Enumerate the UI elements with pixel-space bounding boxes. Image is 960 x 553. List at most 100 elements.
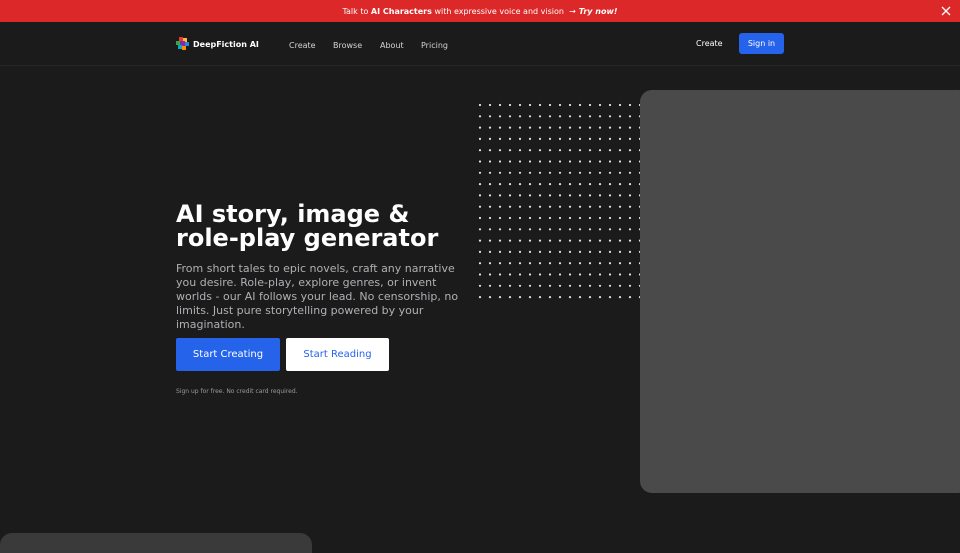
dot (558, 137, 562, 140)
dot (488, 103, 492, 107)
dot (558, 194, 562, 197)
dot (588, 103, 592, 107)
banner-highlight: AI Characters (370, 6, 432, 16)
nav-pricing[interactable]: Pricing (421, 41, 448, 50)
dot (528, 239, 532, 242)
dot (568, 205, 572, 208)
dot (538, 250, 542, 253)
dot (578, 205, 582, 208)
dot (478, 137, 482, 140)
start-creating-button[interactable]: Start Creating (176, 338, 280, 371)
dot (598, 160, 602, 163)
dot (528, 115, 532, 118)
dot (578, 239, 582, 242)
dot (558, 205, 562, 208)
dot (558, 228, 562, 231)
dot (618, 183, 622, 186)
dot (628, 126, 632, 129)
dot (518, 205, 522, 208)
dot (528, 126, 532, 129)
dot (598, 262, 602, 265)
dot (578, 160, 582, 163)
dot (588, 273, 592, 276)
dot (628, 228, 632, 231)
dot (518, 126, 522, 129)
create-link[interactable]: Create (696, 39, 723, 48)
dot (568, 262, 572, 265)
dot (628, 183, 632, 186)
start-reading-button[interactable]: Start Reading (286, 338, 389, 371)
close-icon[interactable] (940, 5, 952, 17)
dot (568, 126, 572, 129)
arrow-icon: → (569, 6, 576, 16)
dot (578, 126, 582, 129)
dot (508, 126, 512, 129)
dot (528, 137, 532, 140)
banner-cta[interactable]: Try now! (579, 7, 618, 16)
nav-browse[interactable]: Browse (333, 41, 362, 50)
dot (508, 115, 512, 118)
dot (498, 239, 502, 242)
dot (488, 273, 492, 276)
dot (548, 216, 552, 220)
dot (508, 284, 512, 287)
dot (518, 250, 522, 253)
dot (568, 103, 572, 107)
dot (508, 171, 512, 174)
dot (628, 115, 632, 118)
dot (588, 126, 592, 129)
dot (488, 239, 492, 242)
dot (538, 183, 542, 186)
dot (498, 183, 502, 186)
dot (608, 171, 612, 174)
dot (488, 149, 492, 152)
dot (548, 149, 552, 152)
dot (598, 126, 602, 129)
dot (568, 194, 572, 197)
dot (528, 216, 532, 220)
dot (508, 273, 512, 276)
dot (608, 205, 612, 208)
dot (508, 262, 512, 265)
dot (578, 103, 582, 107)
dot (538, 126, 542, 129)
dot (608, 239, 612, 242)
dot (578, 250, 582, 253)
dot (538, 262, 542, 265)
dot (488, 194, 492, 197)
dot (608, 183, 612, 186)
dot (478, 183, 482, 186)
dot (508, 137, 512, 140)
dot (518, 284, 522, 287)
nav-create[interactable]: Create (289, 41, 316, 50)
dot (628, 239, 632, 242)
dot (478, 103, 482, 107)
dot (558, 273, 562, 276)
dot (598, 273, 602, 276)
promo-banner[interactable]: Talk to AI Characters with expressive vo… (0, 0, 960, 22)
dot (518, 216, 522, 220)
dot (618, 250, 622, 253)
dot (488, 228, 492, 231)
bottom-card (0, 533, 312, 553)
dot (518, 239, 522, 242)
dot (578, 273, 582, 276)
dot (628, 103, 632, 107)
dot (598, 171, 602, 174)
dot (478, 250, 482, 253)
banner-suffix: with expressive voice and vision (434, 6, 564, 16)
dot (518, 149, 522, 152)
dot (608, 273, 612, 276)
dot (628, 250, 632, 253)
banner-prefix: Talk to (342, 6, 369, 16)
dot (618, 103, 622, 107)
dot (528, 250, 532, 253)
nav-about[interactable]: About (380, 41, 404, 50)
dot (538, 171, 542, 174)
dot (518, 103, 522, 107)
dot (538, 216, 542, 220)
sign-in-button[interactable]: Sign in (739, 33, 784, 54)
dot (618, 273, 622, 276)
brand-logo[interactable]: DeepFiction AI (176, 37, 259, 51)
dot (548, 137, 552, 140)
